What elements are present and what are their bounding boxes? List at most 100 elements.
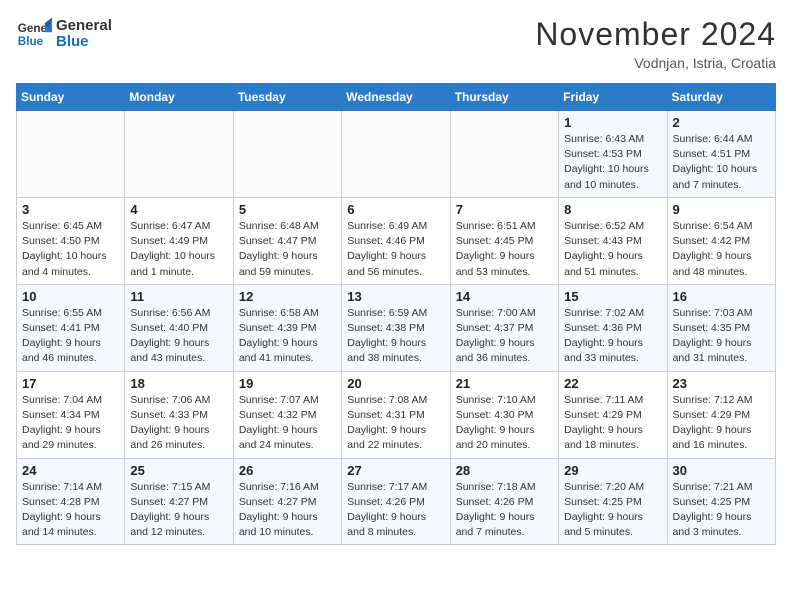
day-number: 27 bbox=[347, 463, 444, 478]
calendar-week-4: 17Sunrise: 7:04 AM Sunset: 4:34 PM Dayli… bbox=[17, 371, 776, 458]
calendar-week-3: 10Sunrise: 6:55 AM Sunset: 4:41 PM Dayli… bbox=[17, 284, 776, 371]
logo-general: General bbox=[56, 18, 112, 35]
calendar-cell: 20 Sunrise: 7:08 AM Sunset: 4:31 PM Dayli… bbox=[342, 371, 450, 458]
calendar-cell: 15 Sunrise: 7:02 AM Sunset: 4:36 PM Dayli… bbox=[559, 284, 667, 371]
calendar-cell: 2 Sunrise: 6:44 AM Sunset: 4:51 PM Daylig… bbox=[667, 111, 775, 198]
day-number: 4 bbox=[130, 202, 227, 217]
day-info: Sunrise: 6:52 AM Sunset: 4:43 PM Dayligh… bbox=[564, 219, 661, 280]
day-number: 1 bbox=[564, 115, 661, 130]
calendar-cell: 12 Sunrise: 6:58 AM Sunset: 4:39 PM Dayli… bbox=[233, 284, 341, 371]
day-number: 18 bbox=[130, 376, 227, 391]
day-number: 25 bbox=[130, 463, 227, 478]
calendar-week-2: 3Sunrise: 6:45 AM Sunset: 4:50 PM Daylig… bbox=[17, 197, 776, 284]
day-number: 7 bbox=[456, 202, 553, 217]
month-title: November 2024 bbox=[535, 16, 776, 53]
day-info: Sunrise: 6:47 AM Sunset: 4:49 PM Dayligh… bbox=[130, 219, 227, 280]
calendar-header-row: SundayMondayTuesdayWednesdayThursdayFrid… bbox=[17, 84, 776, 111]
day-number: 16 bbox=[673, 289, 770, 304]
day-info: Sunrise: 6:51 AM Sunset: 4:45 PM Dayligh… bbox=[456, 219, 553, 280]
calendar-cell: 29 Sunrise: 7:20 AM Sunset: 4:25 PM Dayli… bbox=[559, 458, 667, 545]
day-info: Sunrise: 7:12 AM Sunset: 4:29 PM Dayligh… bbox=[673, 393, 770, 454]
day-number: 15 bbox=[564, 289, 661, 304]
day-number: 8 bbox=[564, 202, 661, 217]
day-info: Sunrise: 6:56 AM Sunset: 4:40 PM Dayligh… bbox=[130, 306, 227, 367]
calendar-cell: 8 Sunrise: 6:52 AM Sunset: 4:43 PM Daylig… bbox=[559, 197, 667, 284]
calendar-cell: 30 Sunrise: 7:21 AM Sunset: 4:25 PM Dayli… bbox=[667, 458, 775, 545]
calendar-cell: 11Sunrise: 6:56 AM Sunset: 4:40 PM Dayli… bbox=[125, 284, 233, 371]
day-info: Sunrise: 7:07 AM Sunset: 4:32 PM Dayligh… bbox=[239, 393, 336, 454]
day-info: Sunrise: 7:17 AM Sunset: 4:26 PM Dayligh… bbox=[347, 480, 444, 541]
page-header: General Blue General Blue November 2024 … bbox=[16, 16, 776, 71]
day-number: 10 bbox=[22, 289, 119, 304]
svg-text:Blue: Blue bbox=[18, 35, 44, 48]
calendar-cell: 16 Sunrise: 7:03 AM Sunset: 4:35 PM Dayli… bbox=[667, 284, 775, 371]
day-info: Sunrise: 6:49 AM Sunset: 4:46 PM Dayligh… bbox=[347, 219, 444, 280]
calendar-cell: 6 Sunrise: 6:49 AM Sunset: 4:46 PM Daylig… bbox=[342, 197, 450, 284]
calendar-cell: 28 Sunrise: 7:18 AM Sunset: 4:26 PM Dayli… bbox=[450, 458, 558, 545]
day-number: 2 bbox=[673, 115, 770, 130]
calendar-cell: 22 Sunrise: 7:11 AM Sunset: 4:29 PM Dayli… bbox=[559, 371, 667, 458]
weekday-header-friday: Friday bbox=[559, 84, 667, 111]
calendar-cell bbox=[125, 111, 233, 198]
calendar-cell: 5 Sunrise: 6:48 AM Sunset: 4:47 PM Daylig… bbox=[233, 197, 341, 284]
day-number: 13 bbox=[347, 289, 444, 304]
weekday-header-sunday: Sunday bbox=[17, 84, 125, 111]
calendar-cell: 7 Sunrise: 6:51 AM Sunset: 4:45 PM Daylig… bbox=[450, 197, 558, 284]
day-number: 19 bbox=[239, 376, 336, 391]
day-info: Sunrise: 6:59 AM Sunset: 4:38 PM Dayligh… bbox=[347, 306, 444, 367]
logo-icon: General Blue bbox=[16, 16, 52, 52]
calendar-cell bbox=[450, 111, 558, 198]
day-number: 6 bbox=[347, 202, 444, 217]
day-number: 24 bbox=[22, 463, 119, 478]
day-info: Sunrise: 7:14 AM Sunset: 4:28 PM Dayligh… bbox=[22, 480, 119, 541]
day-number: 9 bbox=[673, 202, 770, 217]
day-number: 23 bbox=[673, 376, 770, 391]
day-info: Sunrise: 6:44 AM Sunset: 4:51 PM Dayligh… bbox=[673, 132, 770, 193]
day-info: Sunrise: 6:43 AM Sunset: 4:53 PM Dayligh… bbox=[564, 132, 661, 193]
calendar-cell bbox=[233, 111, 341, 198]
calendar-cell bbox=[17, 111, 125, 198]
calendar-cell: 4 Sunrise: 6:47 AM Sunset: 4:49 PM Daylig… bbox=[125, 197, 233, 284]
calendar-week-5: 24 Sunrise: 7:14 AM Sunset: 4:28 PM Dayli… bbox=[17, 458, 776, 545]
day-number: 29 bbox=[564, 463, 661, 478]
day-info: Sunrise: 7:16 AM Sunset: 4:27 PM Dayligh… bbox=[239, 480, 336, 541]
day-info: Sunrise: 7:18 AM Sunset: 4:26 PM Dayligh… bbox=[456, 480, 553, 541]
day-number: 28 bbox=[456, 463, 553, 478]
calendar-cell: 23 Sunrise: 7:12 AM Sunset: 4:29 PM Dayli… bbox=[667, 371, 775, 458]
calendar-cell: 24 Sunrise: 7:14 AM Sunset: 4:28 PM Dayli… bbox=[17, 458, 125, 545]
title-area: November 2024 Vodnjan, Istria, Croatia bbox=[535, 16, 776, 71]
day-number: 17 bbox=[22, 376, 119, 391]
day-number: 5 bbox=[239, 202, 336, 217]
day-info: Sunrise: 6:58 AM Sunset: 4:39 PM Dayligh… bbox=[239, 306, 336, 367]
day-info: Sunrise: 7:02 AM Sunset: 4:36 PM Dayligh… bbox=[564, 306, 661, 367]
calendar-cell: 19 Sunrise: 7:07 AM Sunset: 4:32 PM Dayli… bbox=[233, 371, 341, 458]
calendar-cell: 27 Sunrise: 7:17 AM Sunset: 4:26 PM Dayli… bbox=[342, 458, 450, 545]
day-info: Sunrise: 7:10 AM Sunset: 4:30 PM Dayligh… bbox=[456, 393, 553, 454]
weekday-header-monday: Monday bbox=[125, 84, 233, 111]
calendar-cell: 14Sunrise: 7:00 AM Sunset: 4:37 PM Dayli… bbox=[450, 284, 558, 371]
day-info: Sunrise: 6:48 AM Sunset: 4:47 PM Dayligh… bbox=[239, 219, 336, 280]
weekday-header-tuesday: Tuesday bbox=[233, 84, 341, 111]
calendar-week-1: 1 Sunrise: 6:43 AM Sunset: 4:53 PM Daylig… bbox=[17, 111, 776, 198]
calendar-cell: 1 Sunrise: 6:43 AM Sunset: 4:53 PM Daylig… bbox=[559, 111, 667, 198]
day-info: Sunrise: 7:08 AM Sunset: 4:31 PM Dayligh… bbox=[347, 393, 444, 454]
day-number: 30 bbox=[673, 463, 770, 478]
logo-blue: Blue bbox=[56, 34, 112, 51]
weekday-header-wednesday: Wednesday bbox=[342, 84, 450, 111]
day-number: 20 bbox=[347, 376, 444, 391]
day-info: Sunrise: 7:06 AM Sunset: 4:33 PM Dayligh… bbox=[130, 393, 227, 454]
day-info: Sunrise: 7:21 AM Sunset: 4:25 PM Dayligh… bbox=[673, 480, 770, 541]
day-info: Sunrise: 7:03 AM Sunset: 4:35 PM Dayligh… bbox=[673, 306, 770, 367]
day-info: Sunrise: 7:20 AM Sunset: 4:25 PM Dayligh… bbox=[564, 480, 661, 541]
location-subtitle: Vodnjan, Istria, Croatia bbox=[535, 55, 776, 71]
calendar-cell bbox=[342, 111, 450, 198]
logo: General Blue General Blue bbox=[16, 16, 112, 52]
day-number: 12 bbox=[239, 289, 336, 304]
calendar-cell: 3Sunrise: 6:45 AM Sunset: 4:50 PM Daylig… bbox=[17, 197, 125, 284]
day-number: 3 bbox=[22, 202, 119, 217]
day-number: 14 bbox=[456, 289, 553, 304]
calendar-cell: 21Sunrise: 7:10 AM Sunset: 4:30 PM Dayli… bbox=[450, 371, 558, 458]
calendar-cell: 18 Sunrise: 7:06 AM Sunset: 4:33 PM Dayli… bbox=[125, 371, 233, 458]
day-info: Sunrise: 7:11 AM Sunset: 4:29 PM Dayligh… bbox=[564, 393, 661, 454]
day-number: 22 bbox=[564, 376, 661, 391]
